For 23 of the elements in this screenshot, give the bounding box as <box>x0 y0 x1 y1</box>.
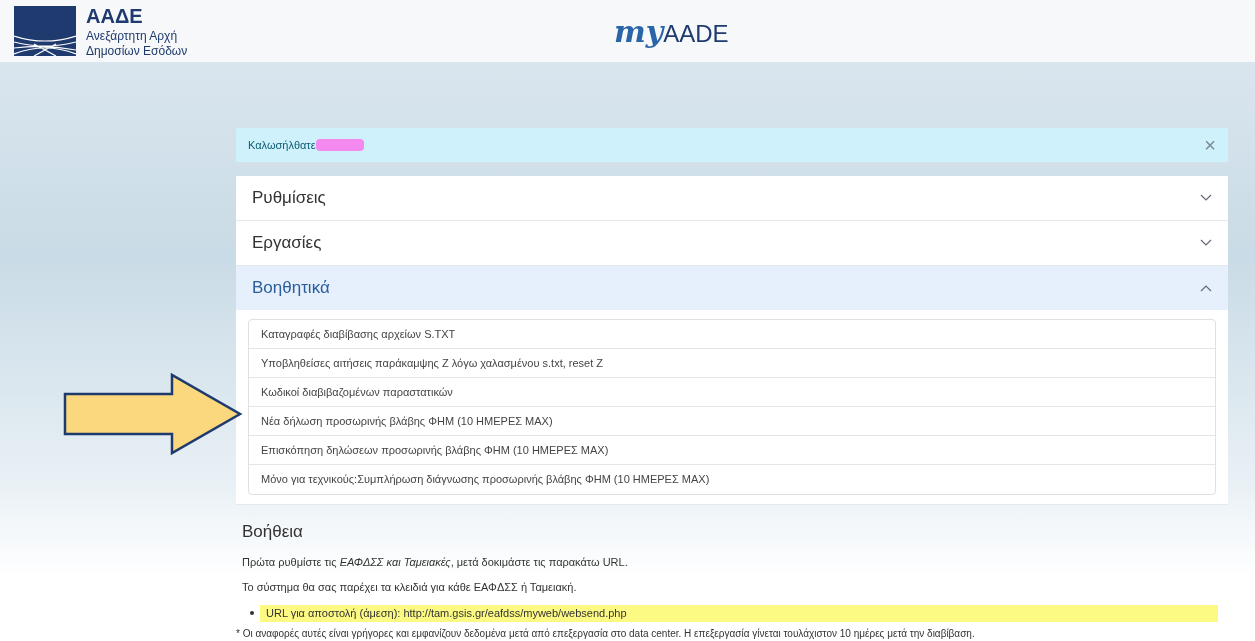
chevron-up-icon <box>1200 284 1212 292</box>
help-title: Βοήθεια <box>242 521 304 543</box>
accordion-header[interactable]: Βοηθητικά <box>236 266 1228 310</box>
redaction-mark <box>315 139 364 151</box>
list-item[interactable]: Κωδικοί διαβιβαζομένων παραστατικών <box>249 378 1215 407</box>
bullet-icon <box>250 611 254 615</box>
list-item[interactable]: Μόνο για τεχνικούς:Συμπλήρωση διάγνωσης προσωρινής βλάβης ΦΗΜ (10 ΗΜΕΡΕΣ MAX) <box>249 465 1215 494</box>
url-text: URL για αποστολή (άμεση): http://tam.gsis.gr/eafdss/myweb/websend.php <box>266 605 627 621</box>
logo-title: ΑΑΔΕ <box>86 3 144 29</box>
help-paragraph: Πρώτα ρυθμίστε τις ΕΑΦΔΣΣ και Ταμειακές, μετά δοκιμάστε τις παρακάτω URL. <box>242 554 629 570</box>
logo-subtitle: Ανεξάρτητη Αρχή <box>86 28 179 44</box>
chevron-down-icon <box>1200 194 1212 202</box>
list-item[interactable]: Επισκόπηση δηλώσεων προσωρινής βλάβης ΦΗΜ (10 ΗΜΕΡΕΣ MAX) <box>249 436 1215 465</box>
brand-logo: myAADE <box>614 12 729 51</box>
logo-subtitle: Δημοσίων Εσόδων <box>86 43 188 59</box>
logo-icon <box>14 6 76 56</box>
list-item[interactable]: Νέα δήλωση προσωρινής βλάβης ΦΗΜ (10 ΗΜΕΡΕΣ MAX) <box>249 407 1215 436</box>
list-item[interactable]: Καταγραφές διαβίβασης αρχείων S.TXT <box>249 320 1215 349</box>
welcome-text: Καλωσήλθατε <box>248 137 316 153</box>
help-paragraph: Το σύστημα θα σας παρέχει τα κλειδιά για κάθε ΕΑΦΔΣΣ ή Ταμειακή. <box>242 580 578 595</box>
list-item[interactable]: Υποβληθείσες αιτήσεις παράκαμψης Z λόγω χαλασμένου s.txt, reset Z <box>249 349 1215 378</box>
chevron-down-icon <box>1200 239 1212 247</box>
footnote: * Οι αναφορές αυτές είναι γρήγορες και εμφανίζουν δεδομένα μετά από επεξεργασία στο data center. Η επεξεργασία γίνεται τουλάχιστον 10 ημέρες μετά την διαβίβαση. <box>236 627 975 641</box>
